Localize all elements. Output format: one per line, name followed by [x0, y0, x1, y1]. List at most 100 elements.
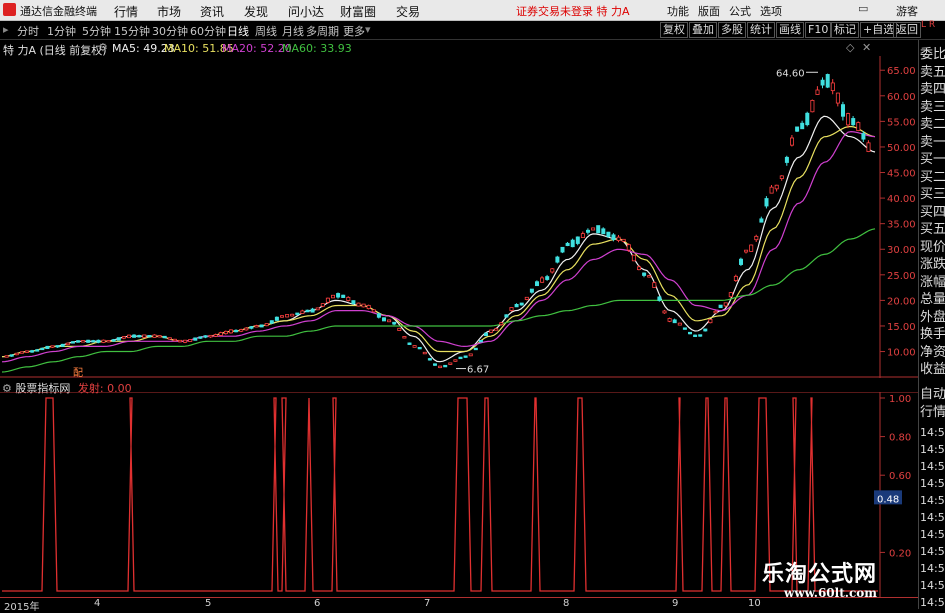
menu-function[interactable]: 功能 — [667, 3, 689, 19]
candle-body — [320, 303, 325, 307]
menu-news[interactable]: 资讯 — [200, 3, 224, 20]
panel-tab[interactable]: 自动 — [920, 386, 945, 404]
candle-body — [540, 277, 545, 283]
settings-icon[interactable]: ⚙ — [98, 41, 108, 54]
diamond-icon[interactable]: ◇ — [846, 41, 854, 54]
candle-body — [835, 92, 840, 104]
period-tab[interactable]: 15分钟 — [114, 23, 150, 39]
price-tick-label: 55.00 — [887, 117, 916, 128]
candle-body — [733, 275, 738, 282]
tick-time: 14:50 — [920, 511, 945, 524]
stats-button[interactable]: 统计 — [747, 22, 775, 38]
price-chart[interactable]: 10.00 15.00 20.00 25.00 30.00 35.00 40.00 45.00… — [0, 56, 918, 378]
candle-body — [376, 313, 381, 318]
guest-button[interactable]: 游客 — [896, 3, 918, 19]
draw-button[interactable]: 画线 — [776, 22, 804, 38]
price-tick-label: 10.00 — [887, 348, 916, 359]
ma10-line — [1, 125, 876, 358]
candle-body — [856, 122, 861, 132]
app-logo-icon — [3, 3, 16, 16]
candle-body — [325, 297, 330, 303]
candle-body — [45, 345, 50, 350]
candle-body — [264, 323, 269, 327]
overlay-button[interactable]: 叠加 — [689, 22, 717, 38]
candle-body — [70, 341, 75, 344]
candle-body — [611, 234, 616, 241]
menu-quotes[interactable]: 行情 — [114, 3, 138, 20]
period-tab[interactable]: 30分钟 — [152, 23, 188, 39]
mark-button[interactable]: 标记 — [831, 22, 859, 38]
adjust-button[interactable]: 复权 — [660, 22, 688, 38]
period-tab[interactable]: 60分钟 — [190, 23, 226, 39]
toolbar-arrow-icon[interactable]: ▸ — [3, 23, 9, 36]
chevron-down-icon[interactable]: ▾ — [365, 23, 371, 36]
tick-time: 14:50 — [920, 596, 945, 609]
candle-body — [218, 332, 223, 336]
candle-body — [795, 126, 800, 132]
candle-body — [336, 293, 341, 298]
multi-stock-button[interactable]: 多股 — [718, 22, 746, 38]
quote-field-label: 卖一 — [920, 134, 945, 150]
menu-options[interactable]: 选项 — [760, 3, 782, 19]
price-tick-label: 45.00 — [887, 169, 916, 180]
candle-body — [744, 249, 749, 253]
candle-body — [19, 351, 24, 354]
date-label: 4 — [94, 598, 101, 609]
period-tab[interactable]: 周线 — [255, 23, 277, 39]
menu-trade[interactable]: 交易 — [396, 3, 420, 20]
candle-body — [703, 328, 708, 332]
price-tick-label: 30.00 — [887, 245, 916, 256]
candle-body — [269, 320, 274, 324]
watermark-url: www.60lt.com — [784, 586, 877, 600]
price-tick-label: 25.00 — [887, 271, 916, 282]
f10-button[interactable]: F10 — [805, 22, 832, 38]
period-tab-more[interactable]: 更多 — [343, 23, 365, 39]
menu-wealth[interactable]: 财富圈 — [340, 3, 376, 20]
candle-body — [524, 296, 529, 300]
period-tab[interactable]: 月线 — [282, 23, 304, 39]
candle-body — [652, 282, 657, 288]
candle-body — [167, 337, 172, 340]
candle-body — [631, 254, 636, 262]
period-tab[interactable]: 分时 — [17, 23, 39, 39]
candle-body — [667, 318, 672, 322]
ma20-line — [1, 130, 876, 363]
candle-body — [432, 363, 437, 366]
candle-body — [693, 334, 698, 337]
menu-layout[interactable]: 版面 — [698, 3, 720, 19]
candle-body — [769, 186, 774, 194]
quote-field-label: 换手 — [920, 327, 945, 342]
price-tick-label: 40.00 — [887, 194, 916, 205]
candle-body — [846, 113, 851, 126]
quote-field-label: 卖二 — [920, 117, 945, 132]
candle-body — [626, 244, 631, 251]
period-tab-selected[interactable]: 日线 — [227, 23, 249, 39]
period-tab[interactable]: 1分钟 — [47, 23, 76, 39]
quote-field-label: 买二 — [920, 169, 945, 185]
menu-formula[interactable]: 公式 — [729, 3, 751, 19]
back-button[interactable]: 返回 — [893, 22, 921, 38]
candle-body — [754, 235, 759, 241]
low-label: 6.67 — [467, 365, 489, 376]
period-tab[interactable]: 5分钟 — [82, 23, 111, 39]
add-watchlist-button[interactable]: +自选 — [860, 22, 898, 38]
high-label: 64.60 — [776, 68, 805, 79]
candle-body — [310, 308, 315, 313]
menu-ask[interactable]: 问小达 — [288, 3, 324, 20]
period-tab[interactable]: 多周期 — [306, 23, 339, 39]
quote-field-label: 买四 — [920, 204, 945, 220]
candle-body — [483, 332, 488, 337]
quote-field-label: 买一 — [920, 152, 945, 167]
candle-body — [815, 89, 820, 95]
panel-tab[interactable]: 行情 — [920, 404, 945, 422]
menu-market[interactable]: 市场 — [157, 3, 181, 20]
candle-body — [601, 228, 606, 235]
menu-discover[interactable]: 发现 — [244, 3, 268, 20]
minimize-icon[interactable]: ▭ — [858, 2, 868, 15]
tick-time: 14:50 — [920, 460, 945, 473]
close-icon[interactable]: ✕ — [862, 41, 871, 54]
candle-body — [392, 321, 397, 325]
candle-body — [116, 337, 121, 341]
price-tick-label: 20.00 — [887, 296, 916, 307]
candle-body — [494, 328, 499, 331]
